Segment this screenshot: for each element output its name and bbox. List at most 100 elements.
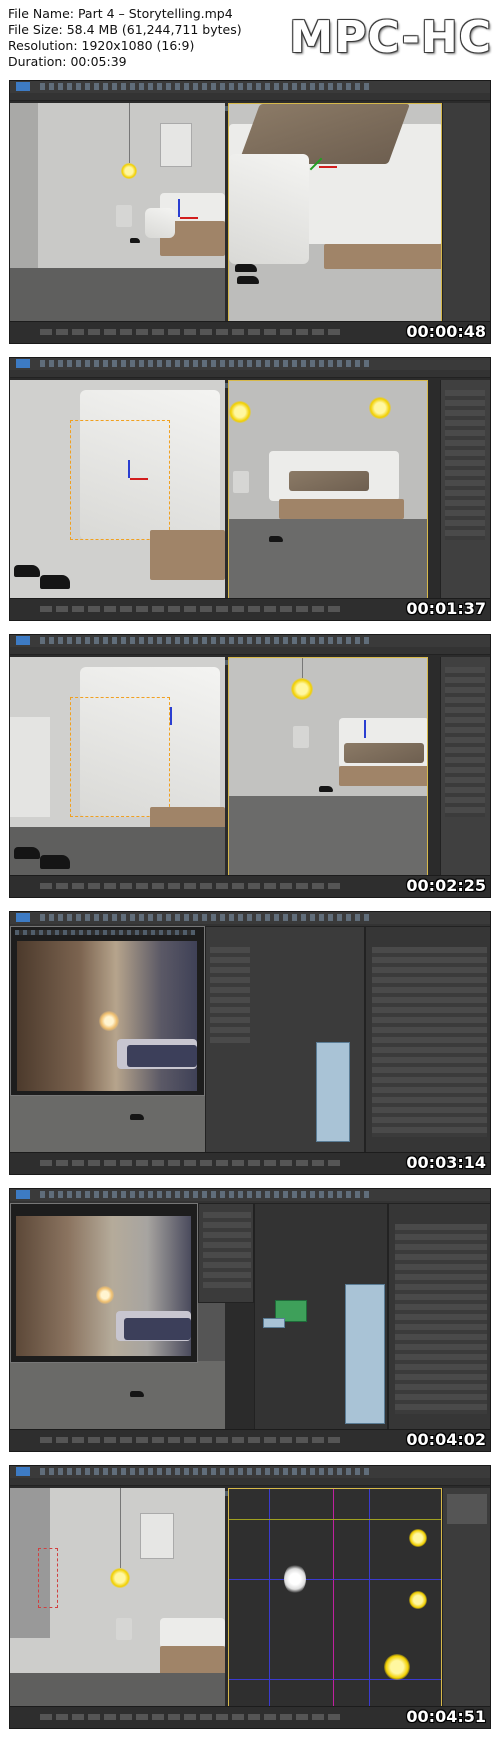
side-table[interactable] bbox=[116, 205, 132, 227]
transform-gizmo-y[interactable] bbox=[128, 460, 130, 478]
material-node[interactable] bbox=[316, 1042, 350, 1142]
pendant-lamp[interactable] bbox=[229, 401, 251, 423]
selection-wireframe[interactable] bbox=[70, 420, 170, 540]
viewport-right[interactable] bbox=[228, 103, 442, 323]
render-settings-rows[interactable] bbox=[203, 1212, 251, 1292]
timeline-controls[interactable] bbox=[40, 883, 340, 889]
shoes[interactable] bbox=[130, 1391, 144, 1397]
main-toolbar[interactable] bbox=[10, 358, 490, 370]
transform-gizmo-x[interactable] bbox=[319, 166, 337, 168]
app-menu-icon[interactable] bbox=[16, 913, 30, 922]
shoes[interactable] bbox=[269, 536, 283, 542]
toolbar-icons[interactable] bbox=[40, 914, 370, 921]
main-toolbar[interactable] bbox=[10, 81, 490, 93]
app-menu-icon[interactable] bbox=[16, 636, 30, 645]
toolbar-icons[interactable] bbox=[40, 83, 370, 90]
transform-gizmo-y[interactable] bbox=[170, 707, 172, 725]
light-icon[interactable] bbox=[409, 1591, 427, 1609]
material-editor[interactable] bbox=[254, 1203, 388, 1431]
transform-gizmo-x[interactable] bbox=[130, 478, 148, 480]
selected-object-outline[interactable] bbox=[38, 1548, 58, 1608]
parameter-rollouts[interactable] bbox=[372, 947, 487, 1137]
timeline-controls[interactable] bbox=[40, 1160, 340, 1166]
main-toolbar[interactable] bbox=[10, 635, 490, 647]
transform-gizmo-y[interactable] bbox=[178, 199, 180, 217]
toolbar-icons[interactable] bbox=[40, 360, 370, 367]
selection-wireframe[interactable] bbox=[70, 697, 170, 817]
viewport-left[interactable] bbox=[10, 1488, 225, 1708]
viewport-right[interactable] bbox=[228, 380, 428, 600]
pendant-lamp[interactable] bbox=[110, 1568, 130, 1588]
app-menu-icon[interactable] bbox=[16, 359, 30, 368]
thumbnail-frame-1[interactable]: 00:00:48 bbox=[9, 80, 491, 344]
shoes[interactable] bbox=[40, 575, 70, 589]
selected-lamp[interactable] bbox=[284, 1564, 306, 1594]
bed-frame[interactable] bbox=[160, 1646, 225, 1676]
side-table[interactable] bbox=[116, 1618, 132, 1640]
timeline-controls[interactable] bbox=[40, 1437, 340, 1443]
transform-gizmo-y[interactable] bbox=[364, 720, 366, 738]
app-menu-icon[interactable] bbox=[16, 1190, 30, 1199]
bed-mattress[interactable] bbox=[160, 1618, 225, 1648]
pendant-lamp[interactable] bbox=[369, 397, 391, 419]
command-panel[interactable] bbox=[442, 1488, 490, 1708]
shoes[interactable] bbox=[14, 565, 40, 577]
thumbnail-frame-3[interactable]: 00:02:25 bbox=[9, 634, 491, 898]
timeline-controls[interactable] bbox=[40, 329, 340, 335]
bed-frame[interactable] bbox=[279, 499, 404, 519]
bed-frame[interactable] bbox=[150, 530, 225, 580]
bed-frame[interactable] bbox=[324, 244, 441, 269]
thumbnail-frame-6[interactable]: 00:04:51 bbox=[9, 1465, 491, 1729]
ribbon-toolbar[interactable] bbox=[10, 1478, 490, 1496]
render-settings-panel[interactable] bbox=[198, 1203, 254, 1303]
bed-sheet[interactable] bbox=[145, 208, 175, 238]
material-parameters[interactable] bbox=[365, 926, 490, 1154]
modifier-list[interactable] bbox=[445, 667, 485, 817]
viewport-right[interactable] bbox=[228, 657, 428, 877]
frame-buffer-toolbar[interactable] bbox=[15, 930, 195, 935]
main-toolbar[interactable] bbox=[10, 912, 490, 924]
material-parameters[interactable] bbox=[388, 1203, 490, 1431]
app-menu-icon[interactable] bbox=[16, 82, 30, 91]
material-node[interactable] bbox=[345, 1284, 385, 1424]
side-table[interactable] bbox=[233, 471, 249, 493]
shoes[interactable] bbox=[14, 847, 40, 859]
light-icon[interactable] bbox=[384, 1654, 410, 1680]
material-editor[interactable] bbox=[205, 926, 365, 1154]
thumbnail-frame-5[interactable]: 00:04:02 bbox=[9, 1188, 491, 1452]
shoes[interactable] bbox=[237, 276, 259, 284]
draped-sheet[interactable] bbox=[229, 154, 309, 264]
light-icon[interactable] bbox=[409, 1529, 427, 1547]
modifier-list[interactable] bbox=[445, 390, 485, 540]
main-toolbar[interactable] bbox=[10, 1189, 490, 1201]
main-toolbar[interactable] bbox=[10, 1466, 490, 1478]
thumbnail-frame-4[interactable]: 00:03:14 bbox=[9, 911, 491, 1175]
toolbar-icons[interactable] bbox=[40, 1468, 370, 1475]
side-table[interactable] bbox=[293, 726, 309, 748]
bed-frame[interactable] bbox=[339, 766, 427, 786]
pendant-lamp[interactable] bbox=[291, 678, 313, 700]
material-browser[interactable] bbox=[210, 947, 250, 1047]
shoes[interactable] bbox=[130, 1114, 144, 1120]
viewport-left[interactable] bbox=[10, 103, 225, 323]
parameter-rollouts[interactable] bbox=[395, 1224, 487, 1414]
command-panel[interactable] bbox=[442, 103, 490, 323]
command-panel[interactable] bbox=[440, 380, 490, 600]
viewport-left[interactable] bbox=[10, 380, 225, 600]
blanket[interactable] bbox=[289, 471, 369, 491]
shoes[interactable] bbox=[40, 855, 70, 869]
viewport-left[interactable] bbox=[10, 657, 225, 877]
pendant-lamp[interactable] bbox=[121, 163, 137, 179]
transform-gizmo-x[interactable] bbox=[180, 217, 198, 219]
timeline-controls[interactable] bbox=[40, 1714, 340, 1720]
shoes[interactable] bbox=[319, 786, 333, 792]
map-node[interactable] bbox=[263, 1318, 285, 1328]
thumbnail-frame-2[interactable]: 00:01:37 bbox=[9, 357, 491, 621]
frame-buffer-window[interactable] bbox=[10, 926, 205, 1096]
timeline-controls[interactable] bbox=[40, 606, 340, 612]
shoes[interactable] bbox=[235, 264, 257, 272]
ribbon-toolbar[interactable] bbox=[10, 647, 490, 665]
shoes[interactable] bbox=[130, 238, 140, 243]
viewport-top[interactable] bbox=[228, 1488, 442, 1708]
toolbar-icons[interactable] bbox=[40, 1191, 370, 1198]
